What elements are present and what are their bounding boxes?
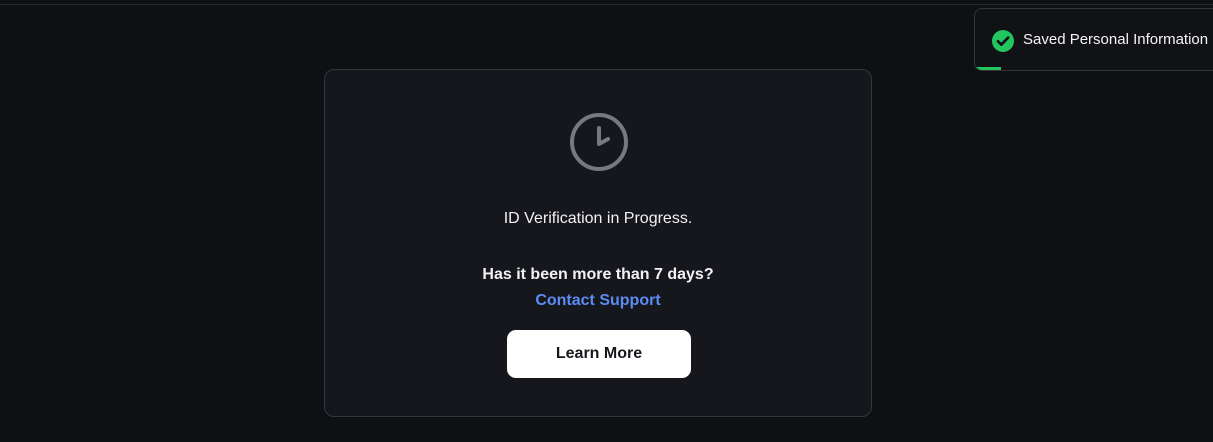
- id-verification-card: ID Verification in Progress. Has it been…: [324, 69, 872, 417]
- contact-support-link[interactable]: Contact Support: [325, 291, 871, 311]
- toast-progress-bar: [975, 67, 1001, 70]
- top-divider: [0, 4, 1213, 5]
- toast-message: Saved Personal Information: [1023, 31, 1209, 48]
- learn-more-button[interactable]: Learn More: [507, 330, 691, 378]
- verification-page: ID Verification in Progress. Has it been…: [0, 0, 1213, 442]
- verification-status-title: ID Verification in Progress.: [503, 210, 693, 227]
- delay-question: Has it been more than 7 days?: [482, 266, 714, 283]
- success-toast[interactable]: Saved Personal Information: [974, 8, 1213, 71]
- check-circle-icon: [992, 30, 1014, 52]
- clock-icon: [570, 113, 628, 171]
